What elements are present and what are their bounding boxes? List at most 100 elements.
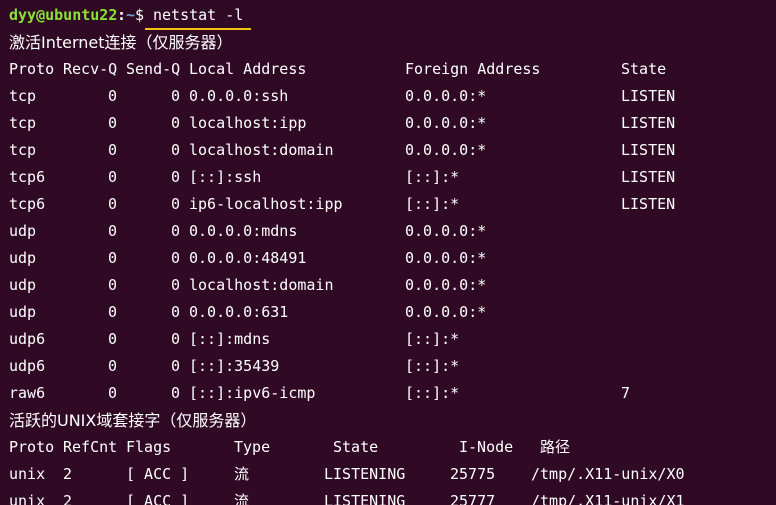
cell-recvq: 0 [107, 249, 117, 267]
cell-recvq: 0 [107, 141, 117, 159]
cell-proto: tcp [9, 141, 37, 159]
cell-type: 流 [234, 465, 250, 483]
col-state: State [621, 60, 667, 78]
cell-proto: udp [9, 303, 37, 321]
cell-state: LISTENING [324, 492, 406, 505]
col-path: 路径 [540, 438, 571, 456]
cell-sendq: 0 [170, 114, 180, 132]
cell-local-address: 0.0.0.0:48491 [189, 249, 307, 267]
cell-local-address: [::]:ipv6-icmp [189, 384, 316, 402]
cell-state: LISTEN [621, 141, 676, 159]
cell-refcnt: 2 [63, 492, 73, 505]
inet-section-heading: 激活Internet连接（仅服务器） [9, 33, 233, 52]
table-row: udp 0 0 0.0.0.0:631 0.0.0.0:* [0, 299, 776, 326]
cell-sendq: 0 [170, 249, 180, 267]
table-row: tcp6 0 0 ip6-localhost:ipp [::]:* LISTEN [0, 191, 776, 218]
cell-proto: tcp6 [9, 168, 46, 186]
cell-recvq: 0 [107, 195, 117, 213]
table-row: raw6 0 0 [::]:ipv6-icmp [::]:* 7 [0, 380, 776, 407]
prompt-line: dyy@ubuntu22 : ~ $ netstat -l [0, 2, 776, 30]
cell-proto: udp6 [9, 357, 46, 375]
prompt-user-host: dyy@ubuntu22 [9, 6, 118, 24]
prompt-separator: : [117, 6, 127, 24]
cell-proto: unix [9, 465, 46, 483]
cell-recvq: 0 [107, 357, 117, 375]
col-sendq: Send-Q [126, 60, 181, 78]
cell-foreign-address: 0.0.0.0:* [405, 222, 487, 240]
cell-local-address: [::]:35439 [189, 357, 280, 375]
table-row: unix 2 [ ACC ] 流 LISTENING 25777 /tmp/.X… [0, 488, 776, 505]
table-row: tcp 0 0 localhost:domain 0.0.0.0:* LISTE… [0, 137, 776, 164]
col-foreign-address: Foreign Address [405, 60, 541, 78]
cell-proto: tcp6 [9, 195, 46, 213]
cell-recvq: 0 [107, 87, 117, 105]
cell-proto: udp [9, 222, 37, 240]
col-recvq: Recv-Q [63, 60, 118, 78]
cell-sendq: 0 [170, 357, 180, 375]
cell-proto: raw6 [9, 384, 46, 402]
cell-local-address: localhost:domain [189, 276, 334, 294]
cell-state: LISTEN [621, 87, 676, 105]
cell-inode: 25777 [450, 492, 496, 505]
cell-recvq: 0 [107, 276, 117, 294]
cell-foreign-address: 0.0.0.0:* [405, 249, 487, 267]
cell-sendq: 0 [170, 222, 180, 240]
cell-state: LISTENING [324, 465, 406, 483]
cell-foreign-address: [::]:* [405, 357, 460, 375]
cell-local-address: ip6-localhost:ipp [189, 195, 343, 213]
cell-foreign-address: [::]:* [405, 168, 460, 186]
cell-recvq: 0 [107, 384, 117, 402]
col-local-address: Local Address [189, 60, 307, 78]
cell-local-address: [::]:ssh [189, 168, 262, 186]
cell-proto: unix [9, 492, 46, 505]
cell-inode: 25775 [450, 465, 496, 483]
table-row: unix 2 [ ACC ] 流 LISTENING 25775 /tmp/.X… [0, 461, 776, 488]
cell-state: 7 [621, 384, 631, 402]
cell-foreign-address: 0.0.0.0:* [405, 114, 487, 132]
col-state: State [333, 438, 379, 456]
table-row: tcp 0 0 localhost:ipp 0.0.0.0:* LISTEN [0, 110, 776, 137]
cell-recvq: 0 [107, 303, 117, 321]
col-inode: I-Node [459, 438, 514, 456]
command-text: netstat -l [153, 6, 244, 24]
cell-sendq: 0 [170, 276, 180, 294]
cell-local-address: localhost:domain [189, 141, 334, 159]
cell-local-address: 0.0.0.0:631 [189, 303, 289, 321]
cell-foreign-address: [::]:* [405, 195, 460, 213]
table-row: udp 0 0 0.0.0.0:mdns 0.0.0.0:* [0, 218, 776, 245]
col-type: Type [234, 438, 271, 456]
prompt-path: ~ [126, 6, 136, 24]
cell-foreign-address: 0.0.0.0:* [405, 276, 487, 294]
cell-proto: tcp [9, 87, 37, 105]
cell-local-address: [::]:mdns [189, 330, 271, 348]
cell-proto: tcp [9, 114, 37, 132]
col-flags: Flags [126, 438, 172, 456]
cell-local-address: localhost:ipp [189, 114, 307, 132]
cell-foreign-address: 0.0.0.0:* [405, 87, 487, 105]
cell-path: /tmp/.X11-unix/X1 [531, 492, 685, 505]
cell-type: 流 [234, 492, 250, 505]
cell-flags: [ ACC ] [126, 492, 190, 505]
cell-flags: [ ACC ] [126, 465, 190, 483]
cell-proto: udp [9, 249, 37, 267]
cell-foreign-address: [::]:* [405, 330, 460, 348]
table-row: udp 0 0 localhost:domain 0.0.0.0:* [0, 272, 776, 299]
cell-state: LISTEN [621, 168, 676, 186]
cell-refcnt: 2 [63, 465, 73, 483]
inet-header-row: Proto Recv-Q Send-Q Local Address Foreig… [0, 56, 776, 83]
cell-sendq: 0 [170, 195, 180, 213]
col-refcnt: RefCnt [63, 438, 118, 456]
cell-foreign-address: 0.0.0.0:* [405, 303, 487, 321]
cell-foreign-address: 0.0.0.0:* [405, 141, 487, 159]
col-proto: Proto [9, 438, 55, 456]
cell-recvq: 0 [107, 114, 117, 132]
cell-proto: udp6 [9, 330, 46, 348]
cell-sendq: 0 [170, 87, 180, 105]
cell-sendq: 0 [170, 330, 180, 348]
cell-recvq: 0 [107, 222, 117, 240]
col-proto: Proto [9, 60, 55, 78]
cell-sendq: 0 [170, 384, 180, 402]
cell-sendq: 0 [170, 141, 180, 159]
terminal-window[interactable]: dyy@ubuntu22 : ~ $ netstat -l 激活Internet… [0, 0, 776, 505]
table-row: tcp 0 0 0.0.0.0:ssh 0.0.0.0:* LISTEN [0, 83, 776, 110]
